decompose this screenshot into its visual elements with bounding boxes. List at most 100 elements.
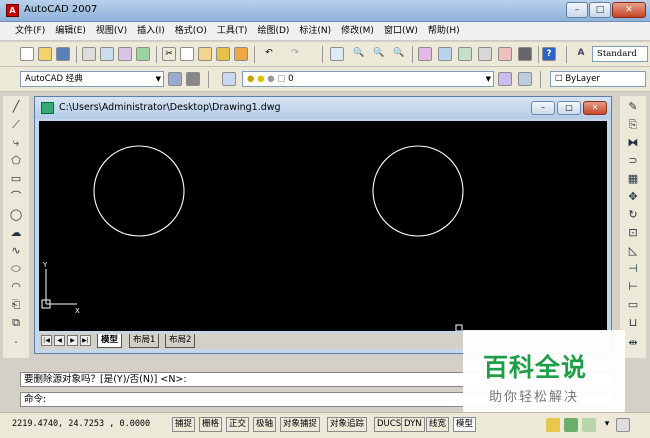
otrack-button[interactable]: 对象追踪 [327, 417, 368, 432]
zoom-realtime-icon[interactable]: 🔍 [352, 47, 366, 61]
text-style-combo[interactable]: Standard [592, 46, 648, 62]
menu-draw[interactable]: 绘图(D) [252, 22, 294, 40]
menu-help[interactable]: 帮助(H) [423, 22, 465, 40]
erase-icon[interactable]: ✎ [626, 100, 640, 114]
trim-icon[interactable]: ⊣ [626, 262, 640, 276]
construction-line-icon[interactable]: ⟋ [9, 118, 23, 132]
plot-preview-icon[interactable] [100, 47, 114, 61]
autocad-logo-icon[interactable]: A [6, 4, 19, 17]
make-block-icon[interactable]: ⧉ [9, 316, 23, 330]
menu-dimension[interactable]: 标注(N) [294, 22, 336, 40]
extend-icon[interactable]: ⊢ [626, 280, 640, 294]
menu-modify[interactable]: 修改(M) [336, 22, 379, 40]
circle-icon[interactable]: ◯ [9, 208, 23, 222]
ducs-button[interactable]: DUCS [374, 417, 405, 432]
doc-minimize-button[interactable]: – [531, 101, 555, 115]
line-icon[interactable]: ╱ [9, 100, 23, 114]
tab-model[interactable]: 模型 [97, 334, 123, 348]
scale-icon[interactable]: ⊡ [626, 226, 640, 240]
coordinate-readout[interactable]: 2219.4740, 24.7253 , 0.0000 [12, 419, 150, 429]
explode-icon[interactable]: ⇹ [626, 336, 640, 350]
ellipse-arc-icon[interactable]: ◠ [9, 280, 23, 294]
circle-left[interactable] [93, 145, 185, 237]
doc-close-button[interactable]: ✕ [583, 101, 607, 115]
revision-cloud-icon[interactable]: ☁ [9, 226, 23, 240]
menu-tools[interactable]: 工具(T) [212, 22, 253, 40]
menu-edit[interactable]: 编辑(E) [50, 22, 91, 40]
communication-center-icon[interactable] [546, 418, 560, 432]
workspace-combo[interactable]: AutoCAD 经典 ▼ [20, 71, 164, 87]
circle-right[interactable] [372, 145, 464, 237]
pan-icon[interactable] [330, 47, 344, 61]
zoom-previous-icon[interactable]: 🔍 [392, 47, 406, 61]
insert-block-icon[interactable]: ⎗ [9, 298, 23, 312]
minimize-button[interactable]: – [566, 2, 588, 18]
text-style-icon[interactable]: A [574, 47, 588, 61]
help-icon[interactable]: ? [542, 47, 556, 61]
last-tab-icon[interactable]: ▶| [80, 335, 91, 346]
model-button[interactable]: 模型 [453, 417, 477, 432]
open-icon[interactable] [38, 47, 52, 61]
menu-insert[interactable]: 插入(I) [132, 22, 170, 40]
spline-icon[interactable]: ∿ [9, 244, 23, 258]
menu-window[interactable]: 窗口(W) [379, 22, 423, 40]
mirror-icon[interactable]: ⧓ [626, 136, 640, 150]
cut-icon[interactable]: ✂ [162, 47, 176, 61]
maximize-button[interactable]: □ [589, 2, 611, 18]
layer-manager-icon[interactable] [222, 72, 236, 86]
model-space-canvas[interactable]: Y X [39, 121, 607, 332]
array-icon[interactable]: ▦ [626, 172, 640, 186]
new-icon[interactable] [20, 47, 34, 61]
polyline-icon[interactable]: ⤷ [9, 136, 23, 150]
color-combo[interactable]: ☐ ByLayer [550, 71, 646, 87]
copy-object-icon[interactable]: ⎘ [626, 118, 640, 132]
close-button[interactable]: ✕ [612, 2, 646, 18]
tab-layout1[interactable]: 布局1 [129, 334, 160, 348]
menu-file[interactable]: 文件(F) [10, 22, 50, 40]
menu-view[interactable]: 视图(V) [91, 22, 132, 40]
clean-screen-icon[interactable] [616, 418, 630, 432]
lineweight-button[interactable]: 线宽 [426, 417, 450, 432]
properties-icon[interactable] [418, 47, 432, 61]
polygon-icon[interactable]: ⬠ [9, 154, 23, 168]
offset-icon[interactable]: ⊃ [626, 154, 640, 168]
zoom-window-icon[interactable]: 🔍 [372, 47, 386, 61]
menu-format[interactable]: 格式(O) [170, 22, 212, 40]
join-icon[interactable]: ⊔ [626, 316, 640, 330]
redo-icon[interactable]: ↷ [288, 47, 302, 61]
rectangle-icon[interactable]: ▭ [9, 172, 23, 186]
make-current-layer-icon[interactable] [498, 72, 512, 86]
stretch-icon[interactable]: ◺ [626, 244, 640, 258]
calculator-icon[interactable] [518, 47, 532, 61]
copy-icon[interactable] [180, 47, 194, 61]
publish-icon[interactable] [118, 47, 132, 61]
move-icon[interactable]: ✥ [626, 190, 640, 204]
chevron-down-icon[interactable]: ▾ [600, 418, 614, 432]
3d-dwf-icon[interactable] [136, 47, 150, 61]
ortho-button[interactable]: 正交 [226, 417, 250, 432]
dyn-button[interactable]: DYN [401, 417, 425, 432]
status-tray-icon[interactable] [582, 418, 596, 432]
match-properties-icon[interactable] [216, 47, 230, 61]
undo-icon[interactable]: ↶ [262, 47, 276, 61]
next-tab-icon[interactable]: ▶ [67, 335, 78, 346]
ellipse-icon[interactable]: ⬭ [9, 262, 23, 276]
lock-toolbar-icon[interactable] [564, 418, 578, 432]
markup-icon[interactable] [498, 47, 512, 61]
block-editor-icon[interactable] [234, 47, 248, 61]
break-icon[interactable]: ▭ [626, 298, 640, 312]
doc-restore-button[interactable]: □ [557, 101, 581, 115]
print-icon[interactable] [82, 47, 96, 61]
osnap-button[interactable]: 对象捕捉 [280, 417, 321, 432]
layer-combo[interactable]: ● ● ● □ 0 ▼ [242, 71, 494, 87]
grid-button[interactable]: 栅格 [199, 417, 223, 432]
tool-palettes-icon[interactable] [458, 47, 472, 61]
snap-button[interactable]: 捕捉 [172, 417, 196, 432]
tab-layout2[interactable]: 布局2 [165, 334, 196, 348]
design-center-icon[interactable] [438, 47, 452, 61]
first-tab-icon[interactable]: |◀ [41, 335, 52, 346]
arc-icon[interactable]: ⌒ [9, 190, 23, 204]
polar-button[interactable]: 极轴 [253, 417, 277, 432]
sheet-set-icon[interactable] [478, 47, 492, 61]
point-icon[interactable]: · [9, 336, 23, 350]
